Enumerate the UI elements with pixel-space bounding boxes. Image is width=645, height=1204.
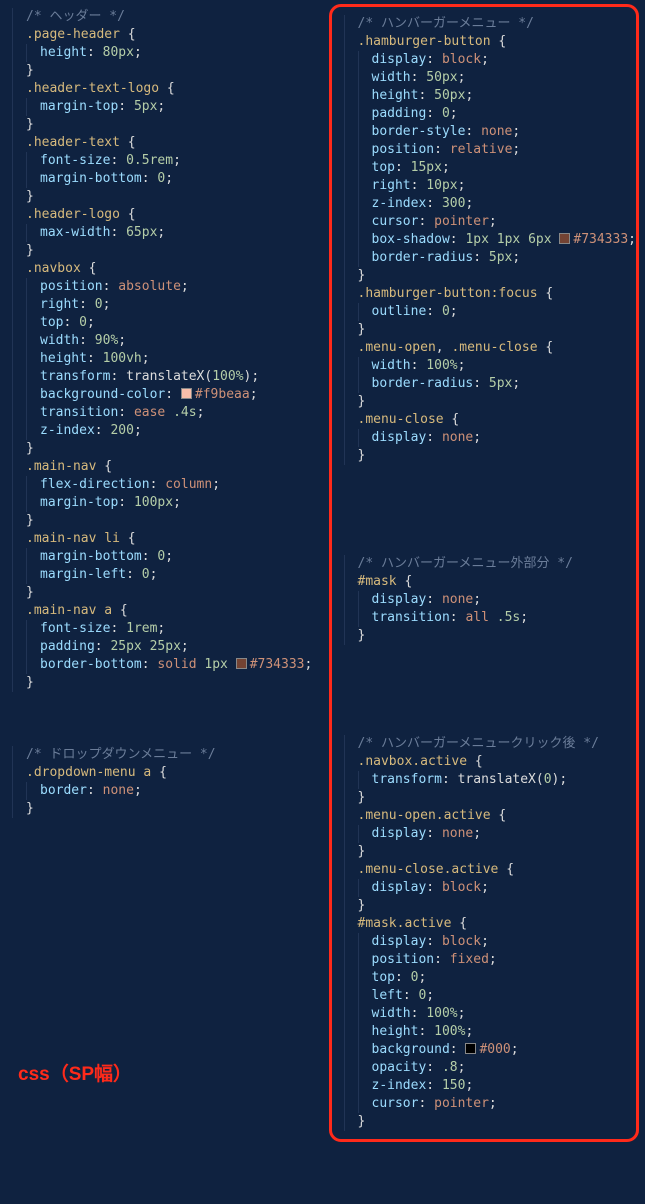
code-column-right-highlighted: /* ハンバーガーメニュー */ .hamburger-button { dis… [329, 4, 640, 1142]
code-column-left: /* ヘッダー */ .page-header { height: 80px; … [0, 0, 329, 1146]
css-code-right: /* ハンバーガーメニュー */ .hamburger-button { dis… [344, 15, 637, 1131]
caption-label: css（SP幅） [18, 1066, 132, 1084]
css-code-left: /* ヘッダー */ .page-header { height: 80px; … [12, 8, 329, 818]
